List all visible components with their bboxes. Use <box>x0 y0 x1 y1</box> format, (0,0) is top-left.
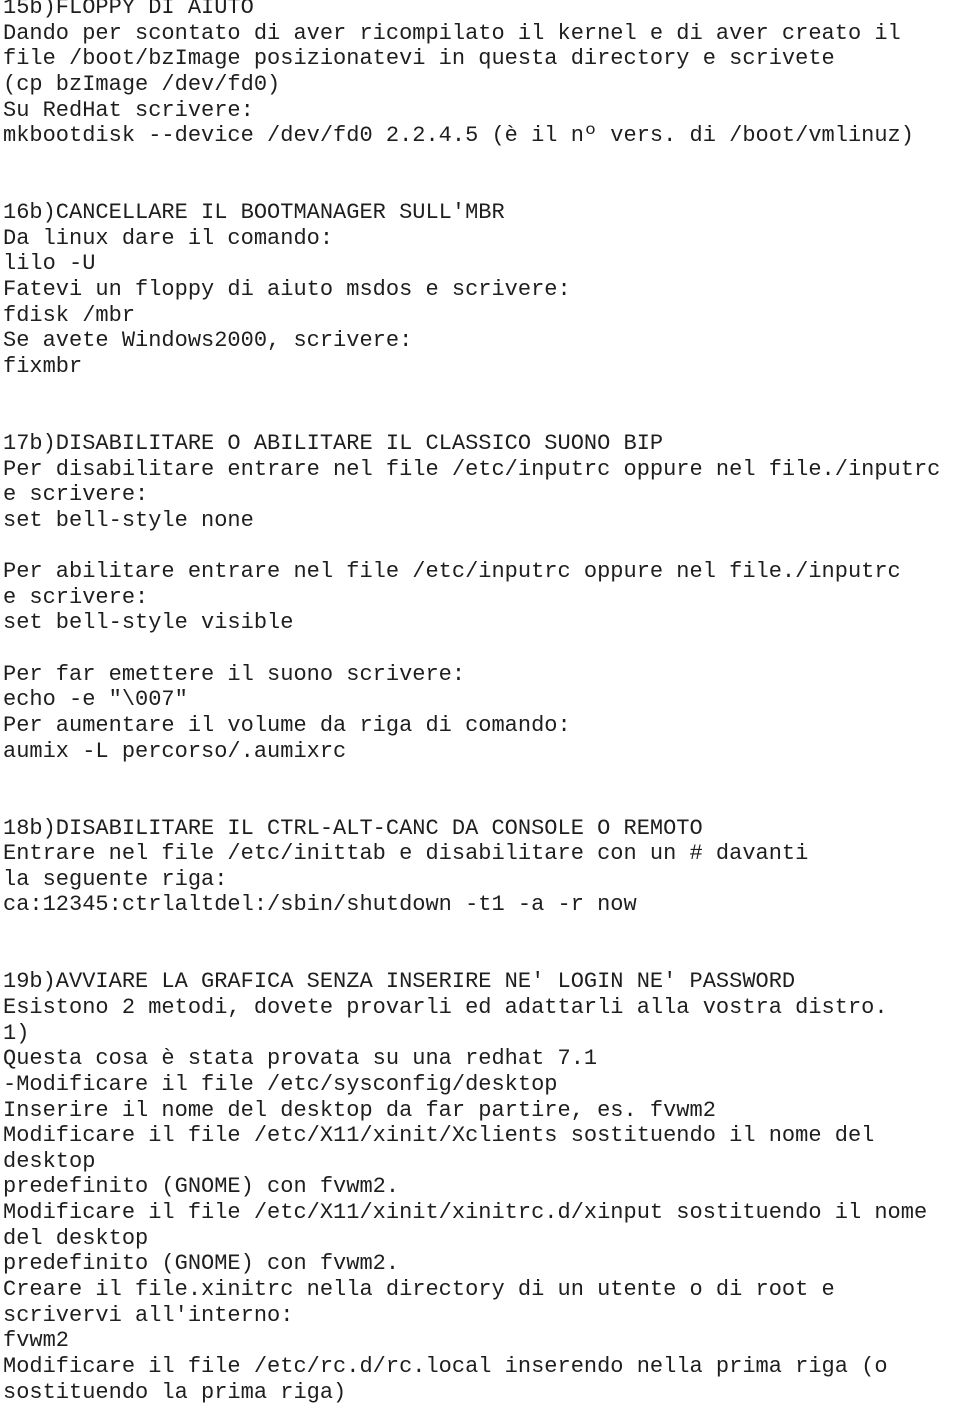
text-line: e scrivere: <box>3 584 149 610</box>
text-line: lilo -U <box>3 251 96 277</box>
text-line: scrivervi all'interno: <box>3 1302 294 1328</box>
text-line: mkbootdisk --device /dev/fd0 2.2.4.5 (è … <box>3 123 914 149</box>
text-line: fdisk /mbr <box>3 302 136 328</box>
text-line: Fatevi un floppy di aiuto msdos e scrive… <box>3 277 571 303</box>
text-line: Per abilitare entrare nel file /etc/inpu… <box>3 559 901 585</box>
text-line: e scrivere: <box>3 482 149 508</box>
text-line: Modificare il file /etc/rc.d/rc.local in… <box>3 1353 888 1379</box>
text-line: -Modificare il file /etc/sysconfig/deskt… <box>3 1071 558 1097</box>
text-line: Se avete Windows2000, scrivere: <box>3 328 413 354</box>
text-line: set bell-style none <box>3 507 254 533</box>
text-line: Modificare il file /etc/X11/xinit/Xclien… <box>3 1123 875 1149</box>
text-line: Entrare nel file /etc/inittab e disabili… <box>3 841 809 867</box>
text-line: 1) <box>3 1020 30 1046</box>
text-line: desktop <box>3 1148 96 1174</box>
text-line: Inserire il nome del desktop da far part… <box>3 1097 716 1123</box>
text-line: Su RedHat scrivere: <box>3 97 254 123</box>
text-line: fvwm2 <box>3 1328 70 1354</box>
text-line: Per disabilitare entrare nel file /etc/i… <box>3 456 941 482</box>
section-heading: 19b)AVVIARE LA GRAFICA SENZA INSERIRE NE… <box>3 969 796 995</box>
text-line: aumix -L percorso/.aumixrc <box>3 738 347 764</box>
text-line: Per aumentare il volume da riga di coman… <box>3 712 571 738</box>
text-line: predefinito (GNOME) con fvwm2. <box>3 1251 400 1277</box>
section-heading: 16b)CANCELLARE IL BOOTMANAGER SULL'MBR <box>3 200 505 226</box>
text-line: Questa cosa è stata provata su una redha… <box>3 1046 598 1072</box>
text-line: Esistono 2 metodi, dovete provarli ed ad… <box>3 994 888 1020</box>
text-line: Per far emettere il suono scrivere: <box>3 661 466 687</box>
text-line: la seguente riga: <box>3 866 228 892</box>
text-line: Da linux dare il comando: <box>3 225 334 251</box>
text-line: Creare il file.xinitrc nella directory d… <box>3 1277 835 1303</box>
section-heading: 18b)DISABILITARE IL CTRL-ALT-CANC DA CON… <box>3 815 703 841</box>
section-heading: 17b)DISABILITARE O ABILITARE IL CLASSICO… <box>3 430 664 456</box>
text-line: fixmbr <box>3 353 83 379</box>
text-line: (cp bzImage /dev/fd0) <box>3 71 281 97</box>
text-line: echo -e "\007" <box>3 687 188 713</box>
section-heading: 15b)FLOPPY DI AIUTO <box>3 0 254 20</box>
document-body: 15b)FLOPPY DI AIUTO Dando per scontato di… <box>3 0 940 1405</box>
text-line: Dando per scontato di aver ricompilato i… <box>3 20 901 46</box>
text-line: ca:12345:ctrlaltdel:/sbin/shutdown -t1 -… <box>3 892 637 918</box>
text-line: Modificare il file /etc/X11/xinit/xinitr… <box>3 1200 928 1226</box>
text-line: file /boot/bzImage posizionatevi in ques… <box>3 46 835 72</box>
text-line: predefinito (GNOME) con fvwm2. <box>3 1174 400 1200</box>
text-line: sostituendo la prima riga) <box>3 1379 347 1405</box>
text-line: del desktop <box>3 1225 149 1251</box>
text-line: set bell-style visible <box>3 610 294 636</box>
